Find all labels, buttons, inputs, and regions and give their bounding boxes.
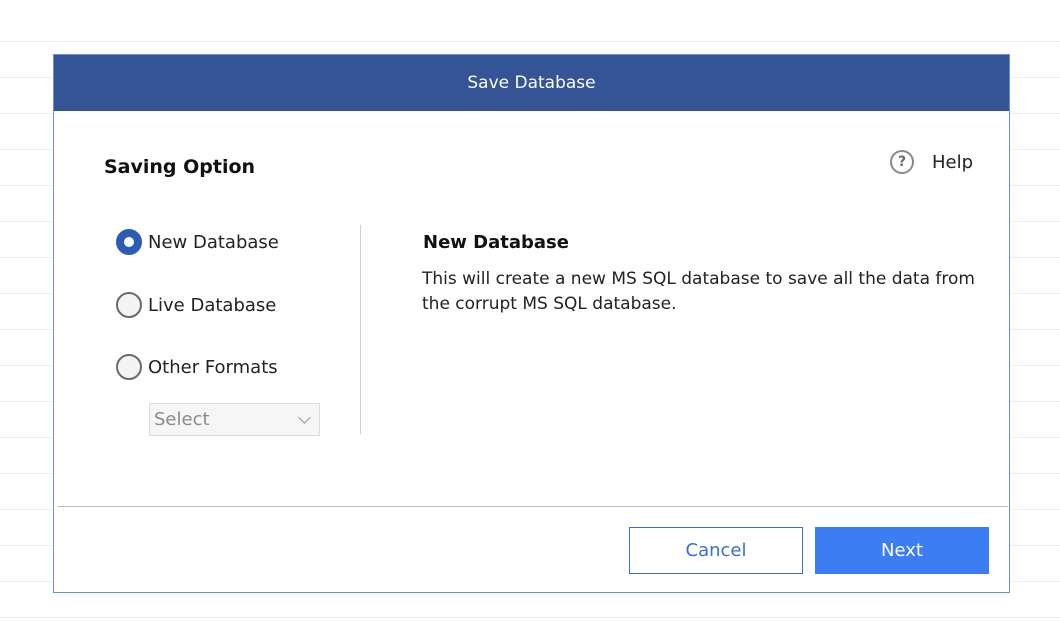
footer-divider bbox=[58, 506, 1008, 507]
saving-option-title: Saving Option bbox=[104, 156, 256, 178]
option-live-database[interactable]: Live Database bbox=[116, 292, 276, 318]
help-button[interactable]: ? Help bbox=[890, 150, 973, 174]
radio-live-database[interactable] bbox=[116, 292, 142, 318]
option-label: Live Database bbox=[148, 294, 277, 316]
chevron-down-icon bbox=[298, 410, 311, 424]
cancel-button[interactable]: Cancel bbox=[629, 527, 803, 574]
option-new-database[interactable]: New Database bbox=[116, 229, 279, 255]
description-text: This will create a new MS SQL database t… bbox=[422, 269, 975, 314]
dialog-header: Save Database bbox=[54, 55, 1009, 111]
dialog-title: Save Database bbox=[467, 73, 596, 93]
save-database-dialog: Save Database Saving Option ? Help New D… bbox=[53, 54, 1010, 593]
radio-other-formats[interactable] bbox=[116, 354, 142, 380]
option-other-formats[interactable]: Other Formats bbox=[116, 354, 278, 380]
radio-new-database[interactable] bbox=[116, 229, 142, 255]
format-select-value: Select bbox=[154, 409, 210, 430]
description-title: New Database bbox=[423, 232, 569, 253]
vertical-divider bbox=[360, 225, 361, 434]
option-label: New Database bbox=[148, 231, 279, 253]
help-label: Help bbox=[932, 151, 974, 173]
question-mark-icon: ? bbox=[890, 150, 914, 174]
format-select[interactable]: Select bbox=[149, 403, 320, 436]
next-button[interactable]: Next bbox=[815, 527, 989, 574]
radio-dot bbox=[124, 237, 134, 247]
option-label: Other Formats bbox=[148, 356, 278, 378]
